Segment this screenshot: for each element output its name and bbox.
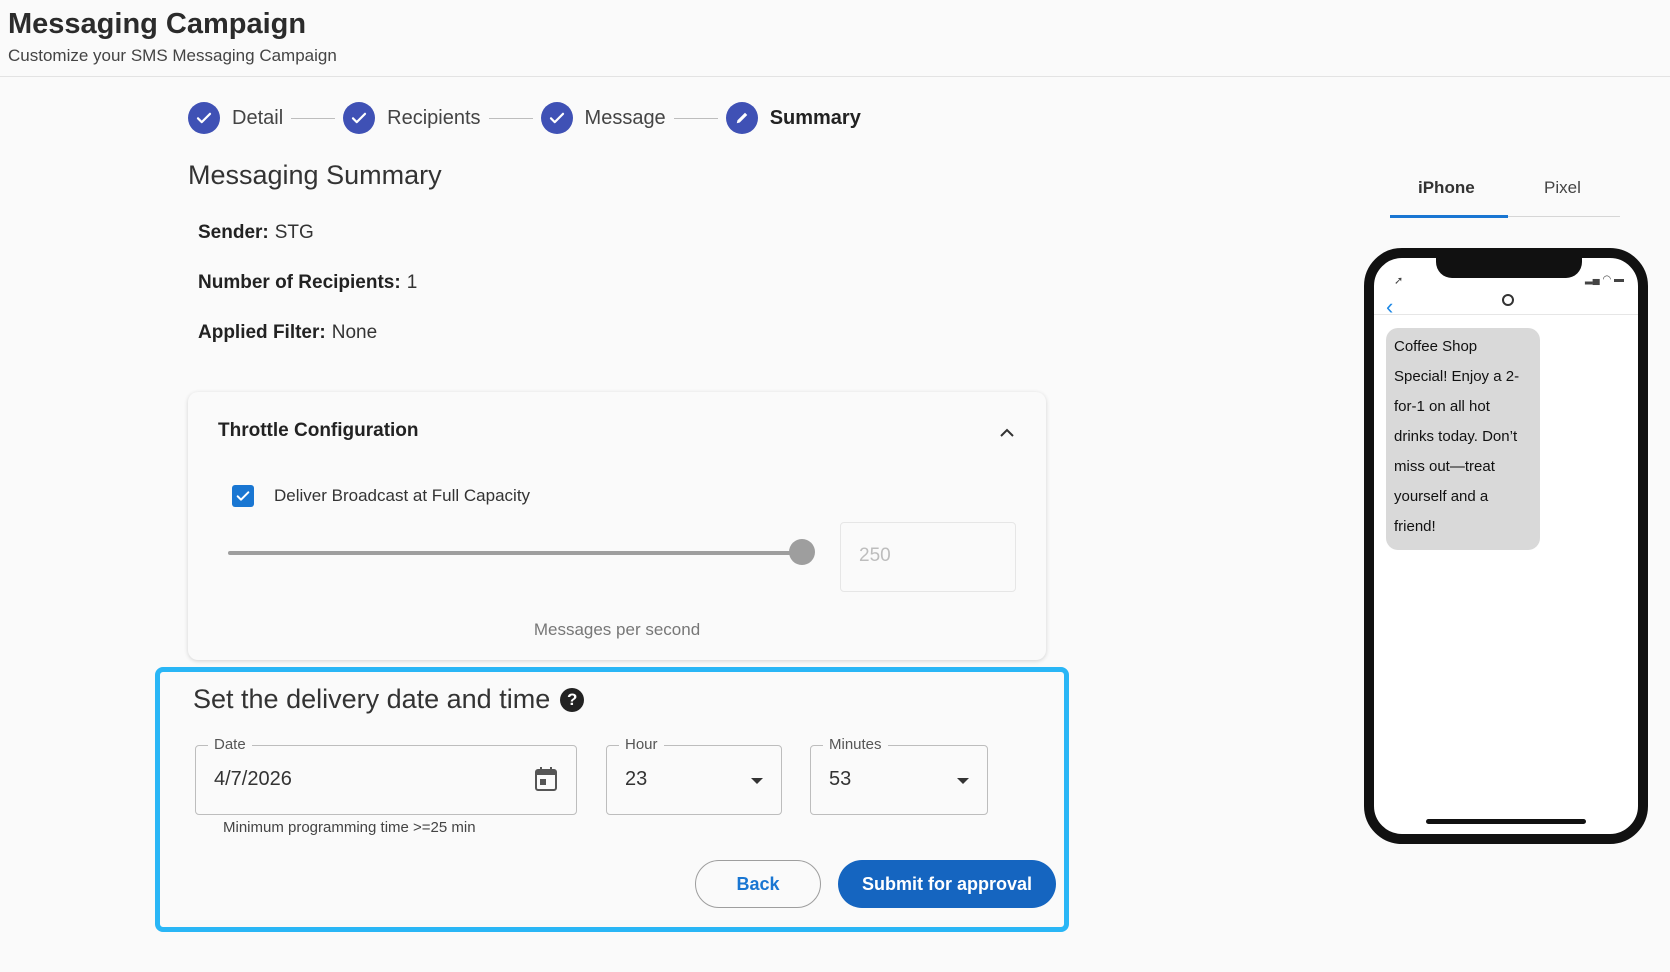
page-title: Messaging Campaign (8, 8, 307, 40)
sender-value: STG (274, 222, 314, 243)
step-label: Message (584, 106, 666, 129)
page-subtitle: Customize your SMS Messaging Campaign (8, 46, 337, 65)
throttle-card: Throttle Configuration Deliver Broadcast… (188, 392, 1046, 660)
step-label: Summary (769, 106, 861, 129)
delivery-title: Set the delivery date and time ? (193, 684, 585, 715)
delivery-title-text: Set the delivery date and time (193, 684, 551, 714)
contact-icon (1502, 294, 1514, 306)
rate-caption: Messages per second (533, 620, 701, 639)
tab-pixel[interactable]: Pixel (1544, 178, 1581, 198)
check-icon (540, 102, 573, 134)
rate-value: 250 (859, 545, 891, 566)
step-summary[interactable]: Summary (725, 102, 861, 134)
phone-preview: ➚ ▂▄ ◠ ▬ ‹ Coffee Shop Special! Enjoy a … (1364, 248, 1648, 844)
full-capacity-checkbox[interactable] (232, 485, 254, 507)
recipients-value: 1 (406, 272, 418, 293)
date-field-value: 4/7/2026 (214, 768, 292, 790)
step-recipients[interactable]: Recipients (343, 102, 481, 134)
rate-slider-thumb[interactable] (789, 539, 815, 565)
sender-row: Sender: STG (198, 222, 314, 244)
check-icon (343, 102, 376, 134)
active-tab-indicator (1390, 215, 1508, 218)
full-capacity-label: Deliver Broadcast at Full Capacity (274, 486, 531, 505)
tab-iphone[interactable]: iPhone (1418, 178, 1475, 198)
rate-slider-track[interactable] (228, 551, 802, 555)
hour-select-label: Hour (619, 736, 664, 753)
back-chevron-icon: ‹ (1386, 294, 1394, 319)
step-connector (291, 117, 336, 119)
phone-divider (1374, 314, 1638, 315)
sender-label: Sender: (198, 222, 269, 243)
date-field-label: Date (208, 736, 252, 753)
check-icon (188, 102, 220, 134)
chevron-up-icon[interactable] (996, 422, 1018, 444)
filter-value: None (331, 322, 378, 343)
step-label: Recipients (387, 106, 481, 129)
help-icon[interactable]: ? (560, 687, 585, 712)
phone-notch (1436, 254, 1582, 278)
step-connector (488, 117, 533, 119)
status-bar-icons: ▂▄ ◠ ▬ (1584, 274, 1624, 285)
message-bubble: Coffee Shop Special! Enjoy a 2-for-1 on … (1386, 328, 1540, 550)
minutes-select-value: 53 (829, 768, 852, 790)
tab-divider (1508, 216, 1620, 217)
recipients-row: Number of Recipients: 1 (198, 272, 417, 294)
recipients-label: Number of Recipients: (198, 272, 401, 293)
page-header: Messaging Campaign Customize your SMS Me… (0, 0, 1670, 77)
step-detail[interactable]: Detail (188, 102, 283, 134)
filter-label: Applied Filter: (198, 322, 326, 343)
minutes-select-label: Minutes (823, 736, 888, 753)
step-label: Detail (232, 106, 284, 129)
hour-select-value: 23 (625, 768, 648, 790)
filter-row: Applied Filter: None (198, 322, 377, 344)
hour-select[interactable]: Hour 23 (606, 736, 782, 815)
throttle-title: Throttle Configuration (218, 420, 419, 441)
location-icon: ➚ (1394, 275, 1404, 287)
date-hint: Minimum programming time >=25 min (223, 819, 476, 836)
minutes-select[interactable]: Minutes 53 (810, 736, 988, 815)
messaging-campaign-page: Messaging Campaign Customize your SMS Me… (0, 0, 1670, 972)
step-connector (673, 117, 718, 119)
device-tabs: iPhone Pixel (1388, 172, 1620, 222)
stepper: Detail Recipients Message Summary (188, 100, 861, 136)
dropdown-arrow-icon (957, 778, 969, 784)
rate-input[interactable]: 250 (840, 522, 1016, 592)
home-indicator (1426, 819, 1586, 824)
submit-for-approval-button[interactable]: Submit for approval (838, 860, 1056, 908)
date-field[interactable]: Date 4/7/2026 (195, 736, 577, 815)
pencil-icon (725, 102, 758, 134)
delivery-section: Set the delivery date and time ? Date 4/… (155, 667, 1069, 932)
summary-title: Messaging Summary (188, 160, 442, 190)
back-button[interactable]: Back (695, 860, 821, 908)
step-message[interactable]: Message (540, 102, 666, 134)
calendar-icon[interactable] (534, 766, 558, 797)
dropdown-arrow-icon (751, 778, 763, 784)
